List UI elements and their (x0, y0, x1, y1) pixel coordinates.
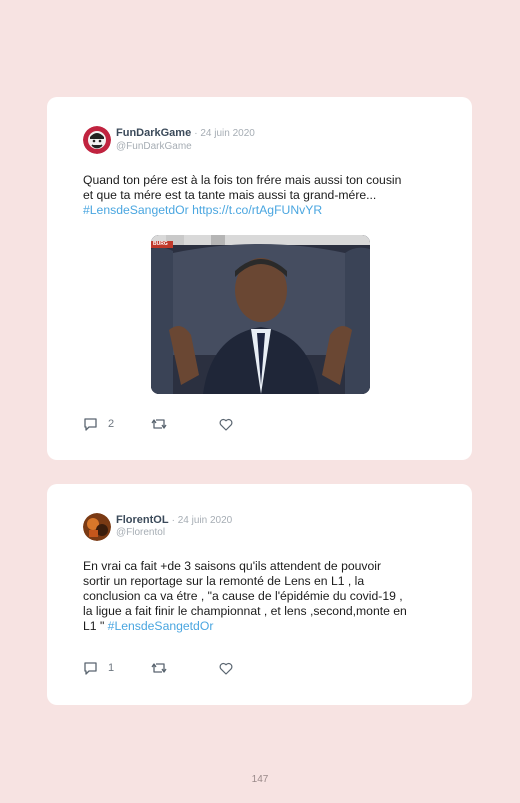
reply-button[interactable]: 2 (83, 417, 114, 431)
author-line: FlorentOL · 24 juin 2020 (116, 514, 232, 526)
tweet-text-line: L1 " (83, 619, 105, 633)
reply-icon (83, 661, 98, 675)
tweet-text: En vrai ca fait +de 3 saisons qu'ils att… (83, 559, 443, 634)
tweet-date[interactable]: · 24 juin 2020 (194, 128, 255, 139)
like-icon (219, 662, 233, 675)
retweet-icon (151, 417, 167, 431)
tweet-text-line: conclusion ca va étre , "a cause de l'ép… (83, 589, 403, 603)
tweet-card: FlorentOL · 24 juin 2020 @Florentol En v… (47, 484, 472, 705)
reply-count: 1 (108, 662, 115, 674)
tweet-text-line: En vrai ca fait +de 3 saisons qu'ils att… (83, 559, 382, 573)
avatar[interactable] (83, 513, 111, 541)
tweet-card: FunDarkGame · 24 juin 2020 @FunDarkGame … (47, 97, 472, 460)
reply-button[interactable]: 1 (83, 661, 114, 675)
tweet-media-image[interactable]: BURG (151, 235, 370, 394)
tweet-actions: 1 (83, 661, 283, 675)
retweet-icon (151, 661, 167, 675)
tweet-text: Quand ton pére est à la fois ton frére m… (83, 173, 443, 218)
author-line: FunDarkGame · 24 juin 2020 (116, 127, 255, 139)
like-button[interactable] (219, 417, 233, 431)
like-icon (219, 418, 233, 431)
author-name[interactable]: FlorentOL (116, 514, 169, 526)
url-link[interactable]: https://t.co/rtAgFUNvYR (192, 203, 322, 217)
tweet-actions: 2 (83, 417, 283, 431)
avatar[interactable] (83, 126, 111, 154)
page-number: 147 (251, 774, 269, 785)
author-handle[interactable]: @Florentol (116, 527, 165, 538)
author-handle[interactable]: @FunDarkGame (116, 141, 192, 152)
author-name[interactable]: FunDarkGame (116, 127, 191, 139)
media-watermark: BURG (153, 241, 168, 247)
hashtag-link[interactable]: #LensdeSangetdOr (83, 203, 189, 217)
reply-icon (83, 417, 98, 431)
tweet-text-line: sortir un reportage sur la remonté de Le… (83, 574, 365, 588)
tweet-date[interactable]: · 24 juin 2020 (172, 515, 233, 526)
reply-count: 2 (108, 418, 115, 430)
hashtag-link[interactable]: #LensdeSangetdOr (108, 619, 214, 633)
retweet-button[interactable] (151, 661, 167, 675)
tweet-text-line: et que ta mére est ta tante mais aussi t… (83, 188, 377, 202)
tweet-text-line: la ligue a fait finir le championnat , e… (83, 604, 407, 618)
tweet-text-line: Quand ton pére est à la fois ton frére m… (83, 173, 402, 187)
retweet-button[interactable] (151, 417, 167, 431)
like-button[interactable] (219, 661, 233, 675)
